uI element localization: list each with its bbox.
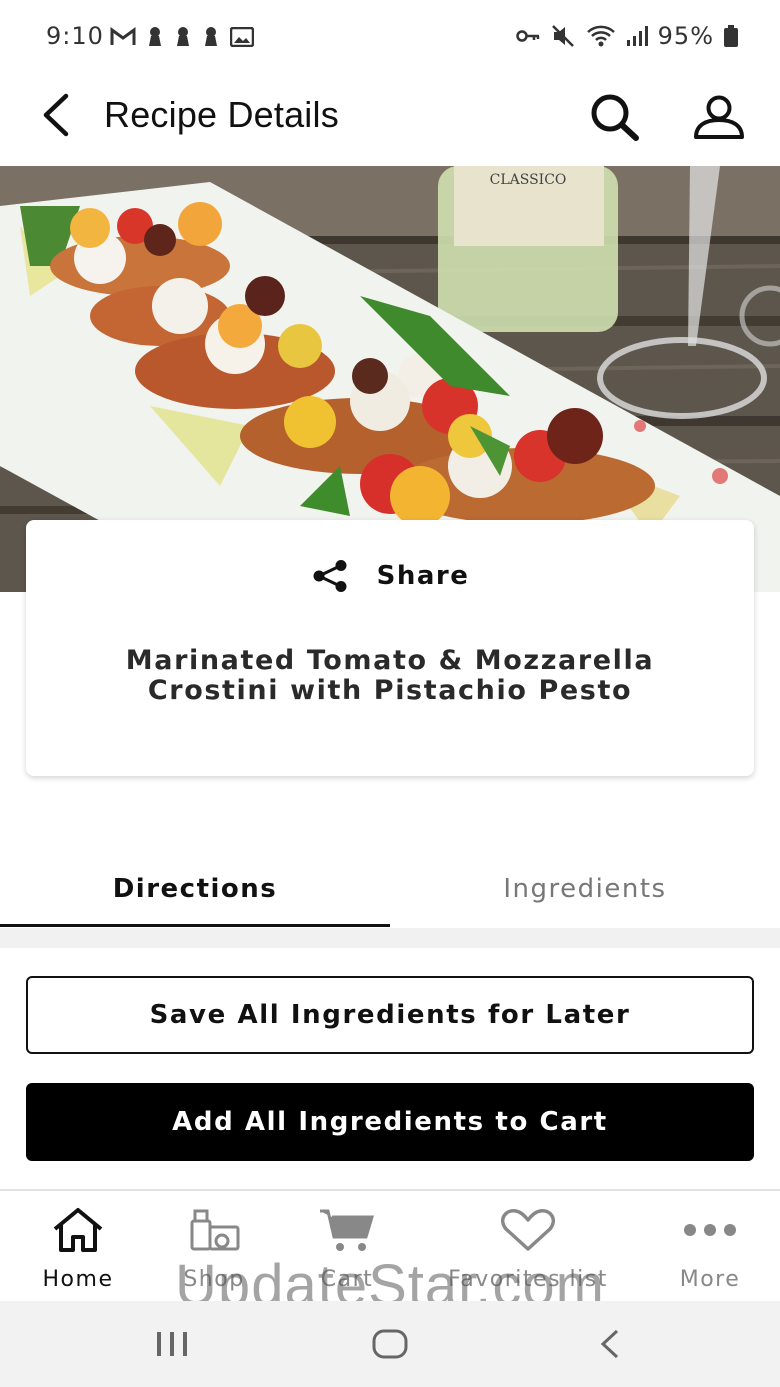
key-icon <box>515 30 539 42</box>
home-system-button[interactable] <box>360 1321 420 1367</box>
system-back-button[interactable] <box>580 1321 640 1367</box>
notification-icon <box>149 27 161 46</box>
more-icon <box>684 1224 736 1236</box>
share-label: Share <box>376 561 470 591</box>
share-icon <box>313 560 347 592</box>
add-to-cart-button[interactable]: Add All Ingredients to Cart <box>26 1083 754 1161</box>
active-tab-indicator <box>0 924 390 927</box>
search-button[interactable] <box>584 86 646 148</box>
bottom-navigation: Home Shop Cart Favorites list More <box>0 1189 780 1301</box>
gallery-icon <box>230 27 254 47</box>
shop-icon <box>190 1209 240 1251</box>
cart-icon <box>320 1209 375 1251</box>
recipe-tabs: Directions Ingredients <box>0 850 780 928</box>
wifi-icon <box>586 25 615 47</box>
system-navigation-bar <box>0 1301 780 1387</box>
tab-directions[interactable]: Directions <box>0 850 390 928</box>
status-system-icons: 95% <box>515 22 738 50</box>
svg-text:CLASSICO: CLASSICO <box>490 172 567 188</box>
page-title: Recipe Details <box>104 94 339 135</box>
home-icon <box>53 1208 103 1252</box>
signal-icon <box>626 26 648 46</box>
app-bar: Recipe Details <box>0 74 780 166</box>
battery-icon <box>724 25 738 47</box>
tab-ingredients[interactable]: Ingredients <box>390 850 780 928</box>
notification-icon <box>177 27 189 46</box>
back-button[interactable] <box>30 90 80 140</box>
tab-divider <box>0 928 780 948</box>
status-notification-icons <box>110 26 254 48</box>
account-button[interactable] <box>688 86 750 148</box>
nav-favorites-label: Favorites list <box>448 1267 608 1292</box>
recipe-title: Marinated Tomato & Mozzarella Crostini w… <box>125 645 655 706</box>
search-icon <box>591 94 639 141</box>
nav-more[interactable]: More <box>632 1191 780 1303</box>
nav-favorites[interactable]: Favorites list <box>448 1191 608 1303</box>
nav-more-label: More <box>679 1267 741 1292</box>
back-arrow-icon <box>600 1329 619 1359</box>
gmail-icon <box>110 27 136 45</box>
notification-icon <box>205 27 217 46</box>
nav-cart-label: Cart <box>320 1267 374 1292</box>
recent-apps-button[interactable] <box>142 1321 202 1367</box>
nav-shop-label: Shop <box>183 1267 245 1292</box>
nav-home[interactable]: Home <box>0 1191 156 1303</box>
home-circle-icon <box>372 1329 408 1359</box>
heart-icon <box>501 1209 555 1251</box>
status-time: 9:10 <box>46 22 104 50</box>
chevron-left-icon <box>43 93 69 137</box>
nav-cart[interactable]: Cart <box>269 1191 425 1303</box>
battery-level: 95% <box>657 22 714 50</box>
share-button[interactable]: Share <box>26 560 754 592</box>
status-bar: 9:10 95% <box>0 0 780 74</box>
mute-icon <box>551 25 574 47</box>
recent-apps-icon <box>157 1332 187 1356</box>
nav-home-label: Home <box>42 1267 114 1292</box>
user-icon <box>694 95 744 139</box>
save-ingredients-button[interactable]: Save All Ingredients for Later <box>26 976 754 1054</box>
recipe-card: Share Marinated Tomato & Mozzarella Cros… <box>26 520 754 776</box>
